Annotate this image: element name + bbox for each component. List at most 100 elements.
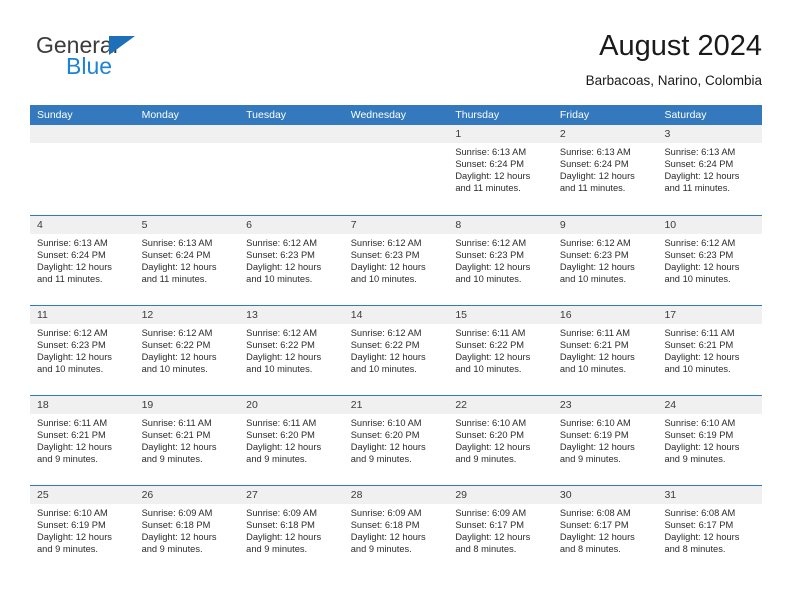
day-daylight2-text: and 10 minutes. [141, 364, 208, 375]
calendar-day-cell[interactable]: 1 Sunrise: 6:13 AM Sunset: 6:24 PM Daylight… [448, 125, 553, 215]
day-sun-info: Sunrise: 6:10 AM Sunset: 6:20 PM Daylight:… [344, 414, 449, 465]
calendar-day-cell[interactable]: 30 Sunrise: 6:08 AM Sunset: 6:17 PM Dayligh… [552, 486, 658, 575]
day-sunrise-text: Sunrise: 6:11 AM [664, 328, 735, 338]
day-number: 2 [559, 128, 566, 140]
day-sunrise-text: Sunrise: 6:08 AM [559, 508, 631, 518]
day-number: 29 [455, 489, 467, 501]
calendar-day-cell[interactable]: 8 Sunrise: 6:12 AM Sunset: 6:23 PM Daylight… [448, 216, 553, 305]
calendar-day-cell[interactable]: 11 Sunrise: 6:12 AM Sunset: 6:23 PM Dayligh… [30, 306, 135, 395]
day-sunrise-text: Sunrise: 6:12 AM [350, 238, 422, 248]
day-sun-info: Sunrise: 6:11 AM Sunset: 6:22 PM Daylight:… [448, 324, 553, 375]
day-daylight1-text: Daylight: 12 hours [246, 532, 322, 543]
calendar-day-cell[interactable]: 10 Sunrise: 6:12 AM Sunset: 6:23 PM Dayligh… [657, 216, 763, 305]
day-sunset-text: Sunset: 6:22 PM [455, 340, 525, 351]
day-daylight1-text: Daylight: 12 hours [37, 442, 112, 453]
day-sunset-text: Sunset: 6:19 PM [559, 430, 629, 441]
calendar-day-cell[interactable]: 18 Sunrise: 6:11 AM Sunset: 6:21 PM Dayligh… [30, 396, 135, 485]
calendar-day-cell[interactable]: 7 Sunrise: 6:12 AM Sunset: 6:23 PM Daylight… [343, 216, 449, 305]
calendar-day-cell[interactable]: 12 Sunrise: 6:12 AM Sunset: 6:22 PM Dayligh… [134, 306, 240, 395]
day-sunrise-text: Sunrise: 6:11 AM [455, 328, 526, 338]
day-sunrise-text: Sunrise: 6:10 AM [37, 508, 108, 518]
day-sunrise-text: Sunrise: 6:09 AM [141, 508, 213, 518]
day-number: 23 [559, 399, 572, 411]
day-sun-info: Sunrise: 6:11 AM Sunset: 6:21 PM Daylight:… [657, 324, 762, 375]
calendar-day-cell-empty [239, 125, 344, 215]
day-daylight1-text: Daylight: 12 hours [37, 352, 112, 363]
day-sunset-text: Sunset: 6:24 PM [664, 159, 734, 170]
day-daylight2-text: and 9 minutes. [455, 454, 517, 465]
day-sunrise-text: Sunrise: 6:13 AM [37, 238, 108, 248]
day-sunrise-text: Sunrise: 6:12 AM [141, 328, 213, 338]
day-number: 24 [664, 399, 677, 411]
day-sun-info: Sunrise: 6:12 AM Sunset: 6:22 PM Daylight:… [135, 324, 240, 375]
day-sunset-text: Sunset: 6:23 PM [664, 250, 734, 261]
calendar-day-cell[interactable]: 19 Sunrise: 6:11 AM Sunset: 6:21 PM Dayligh… [134, 396, 240, 485]
day-daylight2-text: and 10 minutes. [664, 274, 731, 285]
calendar-day-cell[interactable]: 26 Sunrise: 6:09 AM Sunset: 6:18 PM Dayligh… [134, 486, 240, 575]
day-sun-info: Sunrise: 6:11 AM Sunset: 6:21 PM Daylight:… [553, 324, 658, 375]
calendar-day-cell[interactable]: 6 Sunrise: 6:12 AM Sunset: 6:23 PM Daylight… [239, 216, 344, 305]
calendar-day-cell[interactable]: 29 Sunrise: 6:09 AM Sunset: 6:17 PM Dayligh… [448, 486, 553, 575]
day-sunrise-text: Sunrise: 6:12 AM [559, 238, 631, 248]
day-sun-info: Sunrise: 6:08 AM Sunset: 6:17 PM Daylight:… [553, 504, 658, 555]
calendar-day-cell[interactable]: 15 Sunrise: 6:11 AM Sunset: 6:22 PM Dayligh… [448, 306, 553, 395]
calendar-day-cell[interactable]: 23 Sunrise: 6:10 AM Sunset: 6:19 PM Dayligh… [552, 396, 658, 485]
calendar-day-cell[interactable]: 20 Sunrise: 6:11 AM Sunset: 6:20 PM Dayligh… [239, 396, 344, 485]
day-sunset-text: Sunset: 6:22 PM [350, 340, 420, 351]
calendar-day-cell[interactable]: 4 Sunrise: 6:13 AM Sunset: 6:24 PM Daylight… [30, 216, 135, 305]
calendar-week-row: 25 Sunrise: 6:10 AM Sunset: 6:19 PM Dayligh… [30, 485, 763, 575]
day-sun-info: Sunrise: 6:09 AM Sunset: 6:18 PM Daylight:… [135, 504, 240, 555]
day-daylight2-text: and 9 minutes. [246, 454, 308, 465]
calendar-day-cell[interactable]: 21 Sunrise: 6:10 AM Sunset: 6:20 PM Dayligh… [343, 396, 449, 485]
day-sunrise-text: Sunrise: 6:10 AM [664, 418, 736, 428]
day-sunset-text: Sunset: 6:17 PM [664, 520, 734, 531]
day-daylight1-text: Daylight: 12 hours [664, 262, 740, 273]
logo-text-blue: Blue [66, 53, 113, 79]
day-daylight1-text: Daylight: 12 hours [246, 262, 322, 273]
day-daylight2-text: and 9 minutes. [350, 454, 412, 465]
calendar-day-cell[interactable]: 5 Sunrise: 6:13 AM Sunset: 6:24 PM Daylight… [134, 216, 240, 305]
calendar-page: General Blue August 2024 Barbacoas, Nari… [0, 0, 792, 612]
day-number: 10 [664, 219, 677, 231]
day-sunset-text: Sunset: 6:22 PM [246, 340, 315, 351]
calendar-day-cell[interactable]: 16 Sunrise: 6:11 AM Sunset: 6:21 PM Dayligh… [552, 306, 658, 395]
day-number: 7 [350, 219, 357, 231]
day-number: 30 [559, 489, 572, 501]
day-sun-info: Sunrise: 6:10 AM Sunset: 6:19 PM Daylight:… [30, 504, 135, 555]
calendar-day-cell[interactable]: 14 Sunrise: 6:12 AM Sunset: 6:22 PM Dayligh… [343, 306, 449, 395]
day-number: 6 [246, 219, 252, 231]
day-number: 3 [664, 128, 671, 140]
calendar-day-cell[interactable]: 17 Sunrise: 6:11 AM Sunset: 6:21 PM Dayligh… [657, 306, 763, 395]
day-daylight1-text: Daylight: 12 hours [455, 532, 531, 543]
calendar-week-row: 4 Sunrise: 6:13 AM Sunset: 6:24 PM Daylight… [30, 215, 763, 305]
day-sun-info: Sunrise: 6:13 AM Sunset: 6:24 PM Daylight:… [657, 143, 762, 194]
calendar-day-cell[interactable]: 2 Sunrise: 6:13 AM Sunset: 6:24 PM Daylight… [552, 125, 658, 215]
calendar-day-cell[interactable]: 24 Sunrise: 6:10 AM Sunset: 6:19 PM Dayligh… [657, 396, 763, 485]
day-number: 5 [141, 219, 148, 231]
day-sun-info: Sunrise: 6:10 AM Sunset: 6:19 PM Daylight:… [657, 414, 762, 465]
day-daylight1-text: Daylight: 12 hours [455, 262, 531, 273]
calendar-day-cell[interactable]: 13 Sunrise: 6:12 AM Sunset: 6:22 PM Dayligh… [239, 306, 344, 395]
calendar-day-cell[interactable]: 3 Sunrise: 6:13 AM Sunset: 6:24 PM Daylight… [657, 125, 763, 215]
day-number: 20 [246, 399, 258, 411]
calendar-day-cell[interactable]: 25 Sunrise: 6:10 AM Sunset: 6:19 PM Dayligh… [30, 486, 135, 575]
day-sunrise-text: Sunrise: 6:11 AM [559, 328, 630, 338]
calendar-day-cell[interactable]: 27 Sunrise: 6:09 AM Sunset: 6:18 PM Dayligh… [239, 486, 344, 575]
title-block: August 2024 Barbacoas, Narino, Colombia [586, 28, 762, 91]
generalblue-logo[interactable]: General Blue [36, 32, 256, 90]
day-sun-info: Sunrise: 6:09 AM Sunset: 6:18 PM Daylight:… [239, 504, 344, 555]
day-daylight1-text: Daylight: 12 hours [455, 442, 531, 453]
day-daylight2-text: and 8 minutes. [559, 544, 621, 555]
day-daylight2-text: and 9 minutes. [141, 454, 203, 465]
day-sun-info: Sunrise: 6:11 AM Sunset: 6:21 PM Daylight:… [30, 414, 135, 465]
day-sunrise-text: Sunrise: 6:09 AM [350, 508, 422, 518]
day-daylight2-text: and 9 minutes. [664, 454, 726, 465]
calendar-day-cell[interactable]: 28 Sunrise: 6:09 AM Sunset: 6:18 PM Dayligh… [343, 486, 449, 575]
day-sun-info: Sunrise: 6:12 AM Sunset: 6:23 PM Daylight:… [553, 234, 658, 285]
day-sunset-text: Sunset: 6:22 PM [141, 340, 211, 351]
calendar-day-cell[interactable]: 31 Sunrise: 6:08 AM Sunset: 6:17 PM Dayligh… [657, 486, 763, 575]
calendar-day-cell[interactable]: 9 Sunrise: 6:12 AM Sunset: 6:23 PM Daylight… [552, 216, 658, 305]
calendar-day-cell[interactable]: 22 Sunrise: 6:10 AM Sunset: 6:20 PM Dayligh… [448, 396, 553, 485]
day-daylight2-text: and 8 minutes. [455, 544, 517, 555]
day-daylight1-text: Daylight: 12 hours [455, 171, 531, 182]
